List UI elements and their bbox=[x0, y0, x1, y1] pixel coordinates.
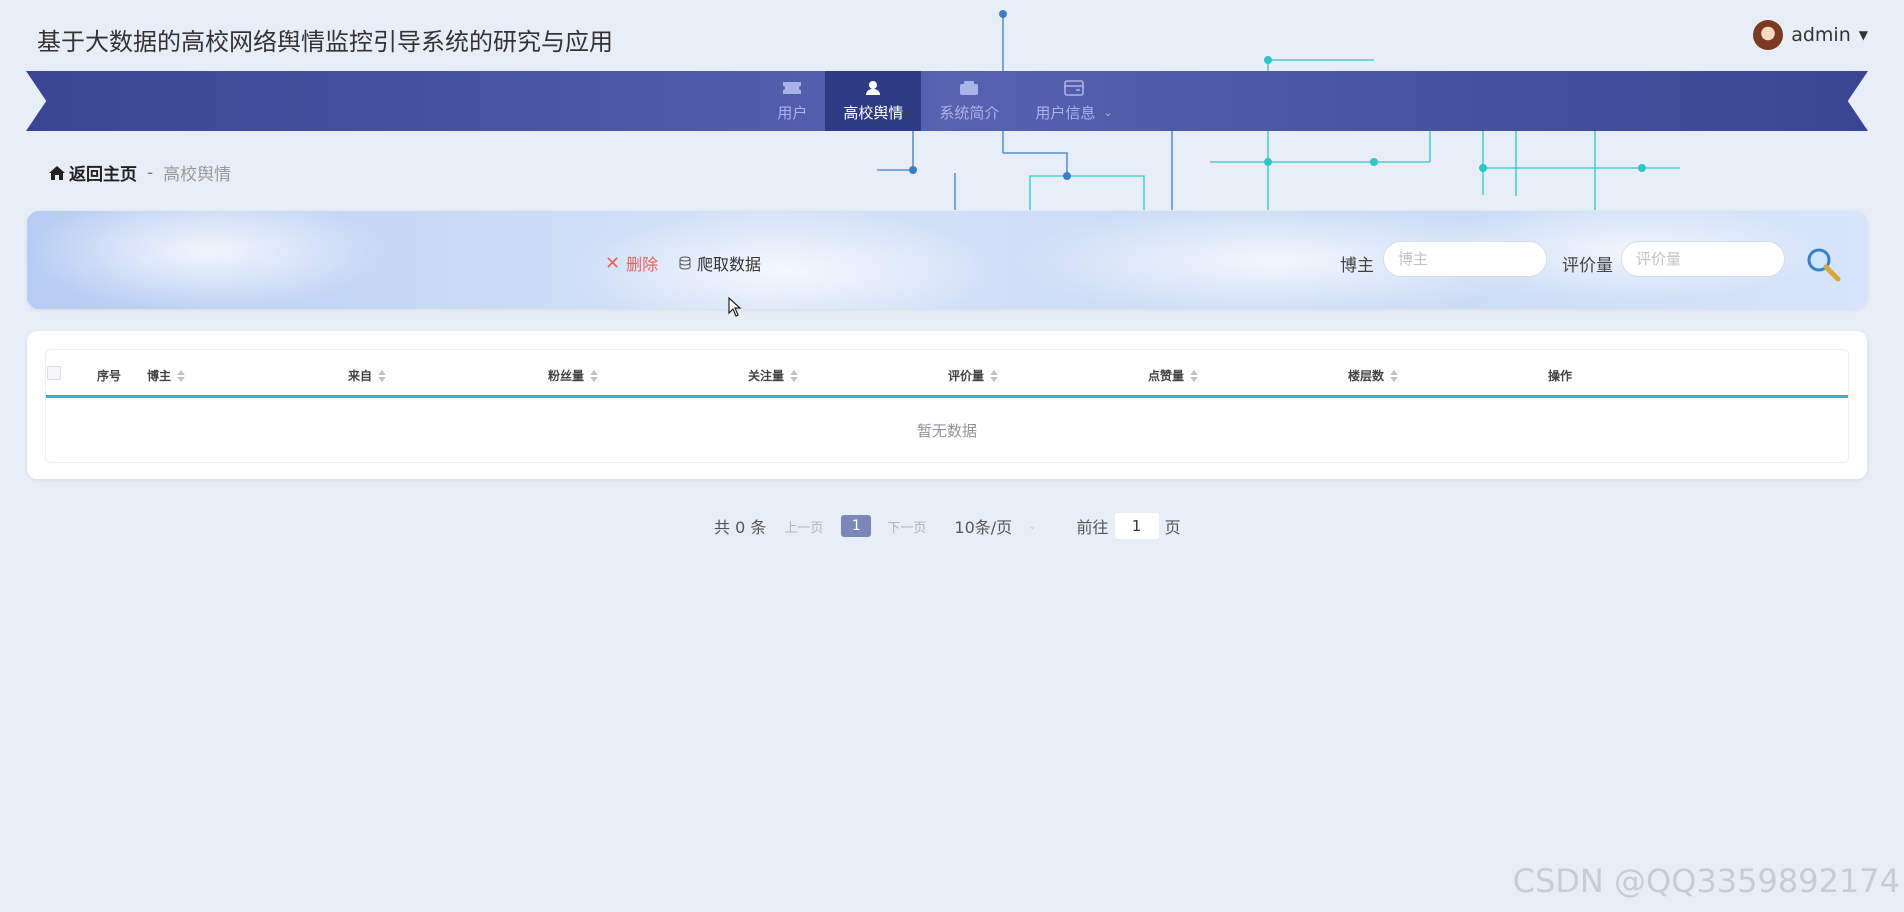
crawl-data-button[interactable]: 爬取数据 bbox=[679, 251, 761, 275]
sort-icon bbox=[590, 369, 599, 382]
comments-label: 评价量 bbox=[1562, 256, 1613, 276]
main-nav: 用户 高校舆情 系统简介 用户信息 ⌄ bbox=[0, 71, 1904, 131]
close-icon: ✕ bbox=[605, 252, 621, 274]
column-header-blogger[interactable]: 博主 bbox=[147, 367, 186, 384]
delete-label: 删除 bbox=[626, 255, 659, 274]
database-icon bbox=[679, 256, 691, 270]
avatar bbox=[1753, 20, 1784, 50]
sort-icon bbox=[990, 369, 999, 382]
nav-label: 用户信息 bbox=[1035, 103, 1096, 122]
nav-item-campus-opinion[interactable]: 高校舆情 bbox=[825, 71, 922, 131]
column-header-followers[interactable]: 粉丝量 bbox=[548, 367, 599, 384]
sort-icon bbox=[1190, 369, 1199, 382]
column-header-source[interactable]: 来自 bbox=[348, 367, 387, 384]
sort-icon bbox=[378, 369, 387, 382]
wallet-icon bbox=[959, 80, 979, 96]
chevron-down-icon: ⌄ bbox=[1103, 105, 1113, 119]
column-header-index: 序号 bbox=[97, 369, 122, 383]
blogger-input[interactable] bbox=[1383, 241, 1547, 277]
pagination: 共 0 条 上一页 1 下一页 10条/页 ⌄ 前往 页 bbox=[714, 513, 1181, 539]
nav-label: 高校舆情 bbox=[843, 103, 904, 122]
goto-prefix: 前往 bbox=[1076, 518, 1109, 537]
chevron-down-icon: ⌄ bbox=[1028, 520, 1037, 532]
home-icon bbox=[49, 165, 65, 180]
table-header: 序号 博主 来自 粉丝量 关注量 评价量 点赞量 楼层数 操作 bbox=[46, 350, 1848, 398]
nav-item-users[interactable]: 用户 bbox=[759, 71, 825, 131]
user-icon bbox=[863, 80, 883, 96]
pagination-total: 共 0 条 bbox=[714, 518, 767, 537]
mouse-cursor-icon bbox=[728, 297, 742, 317]
search-button[interactable] bbox=[1804, 245, 1844, 285]
next-page-button[interactable]: 下一页 bbox=[887, 517, 926, 536]
nav-item-system-intro[interactable]: 系统简介 bbox=[921, 71, 1017, 131]
select-all-checkbox[interactable] bbox=[47, 366, 61, 380]
watermark: CSDN @QQ3359892174 bbox=[1512, 862, 1900, 900]
sort-icon bbox=[177, 369, 186, 382]
goto-suffix: 页 bbox=[1164, 518, 1181, 537]
column-header-actions: 操作 bbox=[1548, 369, 1573, 383]
blogger-label: 博主 bbox=[1340, 256, 1374, 276]
ticket-icon bbox=[782, 80, 802, 96]
data-table-card: 序号 博主 来自 粉丝量 关注量 评价量 点赞量 楼层数 操作 暂无数据 bbox=[27, 331, 1867, 479]
empty-state: 暂无数据 bbox=[916, 422, 977, 440]
delete-button[interactable]: ✕ 删除 bbox=[605, 251, 658, 275]
comments-input[interactable] bbox=[1621, 241, 1785, 277]
nav-item-user-info[interactable]: 用户信息 ⌄ bbox=[1017, 71, 1130, 131]
data-table: 序号 博主 来自 粉丝量 关注量 评价量 点赞量 楼层数 操作 暂无数据 bbox=[45, 349, 1849, 463]
page-size-select[interactable]: 10条/页 ⌄ bbox=[954, 514, 1036, 538]
breadcrumb-home[interactable]: 返回主页 bbox=[49, 160, 137, 185]
breadcrumb-home-label: 返回主页 bbox=[69, 165, 137, 185]
breadcrumb-separator: - bbox=[147, 162, 154, 183]
nav-label: 用户 bbox=[777, 103, 808, 122]
goto-page-input[interactable] bbox=[1114, 513, 1159, 539]
nav-label: 系统简介 bbox=[939, 103, 1000, 122]
app-title: 基于大数据的高校网络舆情监控引导系统的研究与应用 bbox=[37, 28, 613, 56]
breadcrumb-current: 高校舆情 bbox=[163, 165, 232, 185]
card-icon bbox=[1064, 79, 1084, 96]
goto-page: 前往 页 bbox=[1077, 513, 1181, 539]
sort-icon bbox=[1390, 369, 1399, 382]
search-toolbar: ✕ 删除 爬取数据 博主 评价量 bbox=[27, 211, 1867, 309]
prev-page-button[interactable]: 上一页 bbox=[784, 517, 823, 536]
sort-icon bbox=[790, 369, 799, 382]
column-header-comments[interactable]: 评价量 bbox=[948, 367, 999, 384]
caret-down-icon: ▼ bbox=[1858, 28, 1868, 42]
breadcrumb: 返回主页 - 高校舆情 bbox=[49, 160, 231, 185]
user-menu[interactable]: admin ▼ bbox=[1753, 20, 1868, 50]
search-icon bbox=[1807, 248, 1841, 282]
crawl-label: 爬取数据 bbox=[697, 255, 762, 274]
column-header-likes[interactable]: 点赞量 bbox=[1148, 367, 1199, 384]
user-name: admin bbox=[1791, 24, 1851, 46]
column-header-following[interactable]: 关注量 bbox=[748, 367, 799, 384]
page-number-button[interactable]: 1 bbox=[841, 515, 872, 537]
page-size-value: 10条/页 bbox=[954, 518, 1013, 537]
column-header-floors[interactable]: 楼层数 bbox=[1348, 367, 1399, 384]
